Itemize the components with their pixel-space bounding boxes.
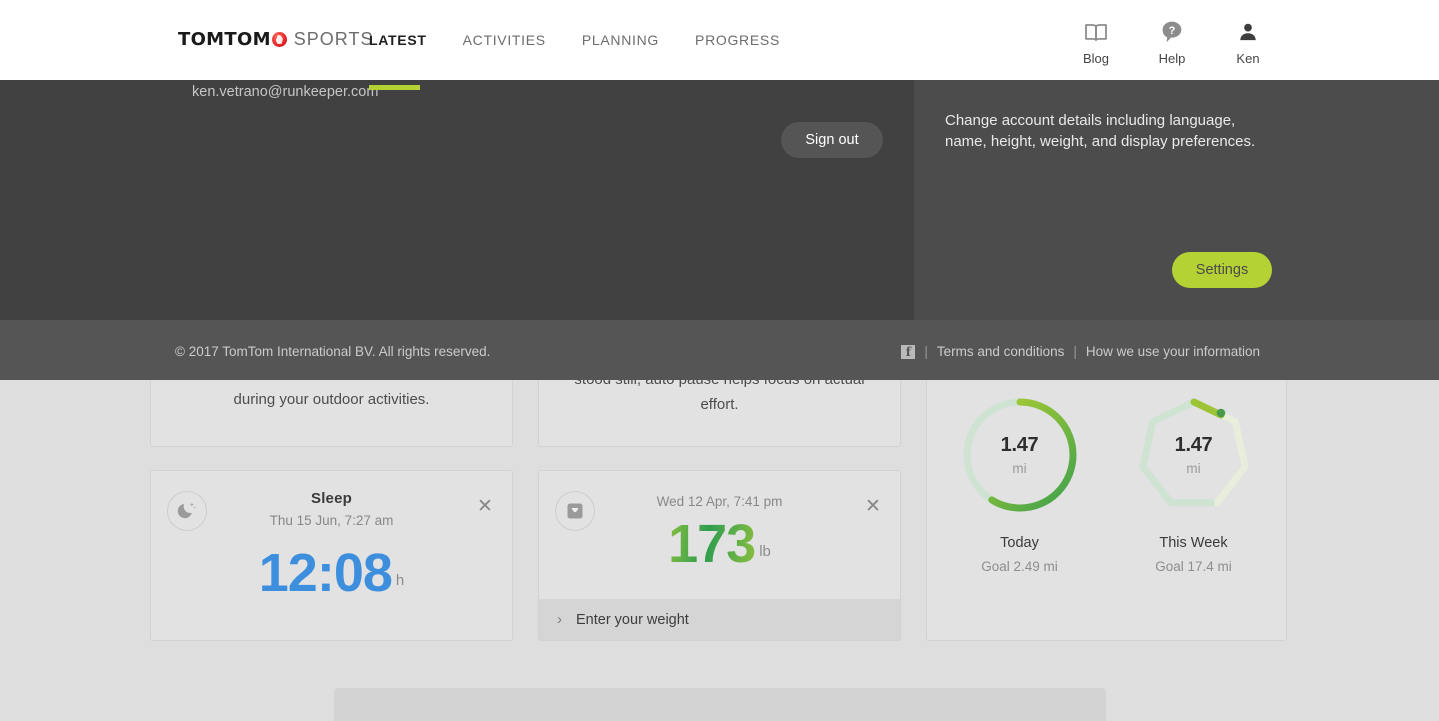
account-description: Change account details including languag… [945, 112, 1256, 150]
today-ring-label: Today [1000, 535, 1039, 551]
utility-profile[interactable]: Ken [1227, 18, 1269, 66]
svg-text:?: ? [1169, 25, 1176, 37]
this-week-ring-unit: mi [1186, 461, 1201, 476]
nav-tab-planning[interactable]: PLANNING [582, 32, 659, 54]
this-week-ring-center: 1.47 mi [1126, 393, 1262, 517]
person-icon [1237, 18, 1259, 46]
site-footer: © 2017 TomTom International BV. All righ… [0, 320, 1439, 380]
sleep-card-unit: h [395, 572, 405, 589]
weight-card-unit: lb [759, 543, 771, 560]
enter-weight-label: Enter your weight [576, 611, 689, 628]
app-page: during your outdoor activities. stood st… [0, 0, 1439, 721]
utility-help[interactable]: ? Help [1151, 18, 1193, 66]
account-user-email: ken.vetrano@runkeeper.com [192, 84, 379, 100]
tomtom-hand-icon [271, 32, 287, 47]
footer-link-terms[interactable]: Terms and conditions [937, 344, 1065, 359]
today-ring-center: 1.47 mi [952, 393, 1088, 517]
main-nav: LATEST ACTIVITIES PLANNING PROGRESS [369, 32, 780, 54]
chevron-right-icon: › [557, 611, 562, 628]
utility-blog-label: Blog [1082, 51, 1110, 66]
goal-ring-this-week: 1.47 mi This Week Goal 17.4 mi [1126, 393, 1262, 574]
weight-card-close-icon[interactable]: ✕ [864, 497, 882, 516]
nav-tab-activities[interactable]: ACTIVITIES [463, 32, 546, 54]
book-icon [1084, 18, 1108, 46]
logo-tomtom-text: TOMTOM [178, 29, 271, 50]
footer-links: f | Terms and conditions | How we use yo… [901, 344, 1260, 359]
this-week-ring-goal: Goal 17.4 mi [1155, 559, 1232, 574]
today-ring-goal: Goal 2.49 mi [981, 559, 1058, 574]
facebook-icon[interactable]: f [901, 344, 916, 359]
card-sleep: ✕ Sleep Thu 15 Jun, 7:27 am 12:08 h [150, 470, 513, 641]
nav-tab-latest[interactable]: LATEST [369, 32, 427, 54]
help-bubble-icon: ? [1161, 18, 1183, 46]
footer-separator-1: | [924, 344, 928, 359]
enter-weight-button[interactable]: › Enter your weight [539, 599, 900, 640]
brand-logo[interactable]: TOMTOM SPORTS [178, 29, 373, 50]
nav-active-indicator [369, 85, 420, 90]
logo-sports-text: SPORTS [293, 29, 374, 49]
sleep-card-value-row: 12:08 h [151, 528, 512, 604]
sleep-card-close-icon[interactable]: ✕ [476, 497, 494, 516]
footer-copyright: © 2017 TomTom International BV. All righ… [175, 344, 491, 359]
utility-blog[interactable]: Blog [1075, 18, 1117, 66]
nav-tab-progress[interactable]: PROGRESS [695, 32, 780, 54]
scale-icon [555, 491, 595, 531]
settings-button[interactable]: Settings [1172, 252, 1272, 288]
weight-card-value: 173 [668, 514, 756, 574]
moon-stars-icon [167, 491, 207, 531]
this-week-ring-label: This Week [1159, 535, 1228, 551]
sleep-card-value: 12:08 [258, 543, 393, 603]
utility-profile-label: Ken [1236, 51, 1260, 66]
this-week-ring-value: 1.47 [1174, 434, 1213, 456]
footer-separator-2: | [1073, 344, 1077, 359]
footer-link-privacy[interactable]: How we use your information [1086, 344, 1260, 359]
goal-ring-today: 1.47 mi Today Goal 2.49 mi [952, 393, 1088, 574]
today-ring-unit: mi [1012, 461, 1027, 476]
top-navigation-bar: TOMTOM SPORTS LATEST ACTIVITIES PLANNING… [0, 0, 1439, 90]
sign-out-button[interactable]: Sign out [781, 122, 883, 158]
utility-help-label: Help [1158, 51, 1186, 66]
utility-nav: Blog ? Help Ken [1075, 18, 1269, 66]
card-weight: ✕ Wed 12 Apr, 7:41 pm 173 lb › Enter your… [538, 470, 901, 641]
bottom-panel [334, 688, 1106, 721]
today-ring-value: 1.47 [1000, 434, 1039, 456]
